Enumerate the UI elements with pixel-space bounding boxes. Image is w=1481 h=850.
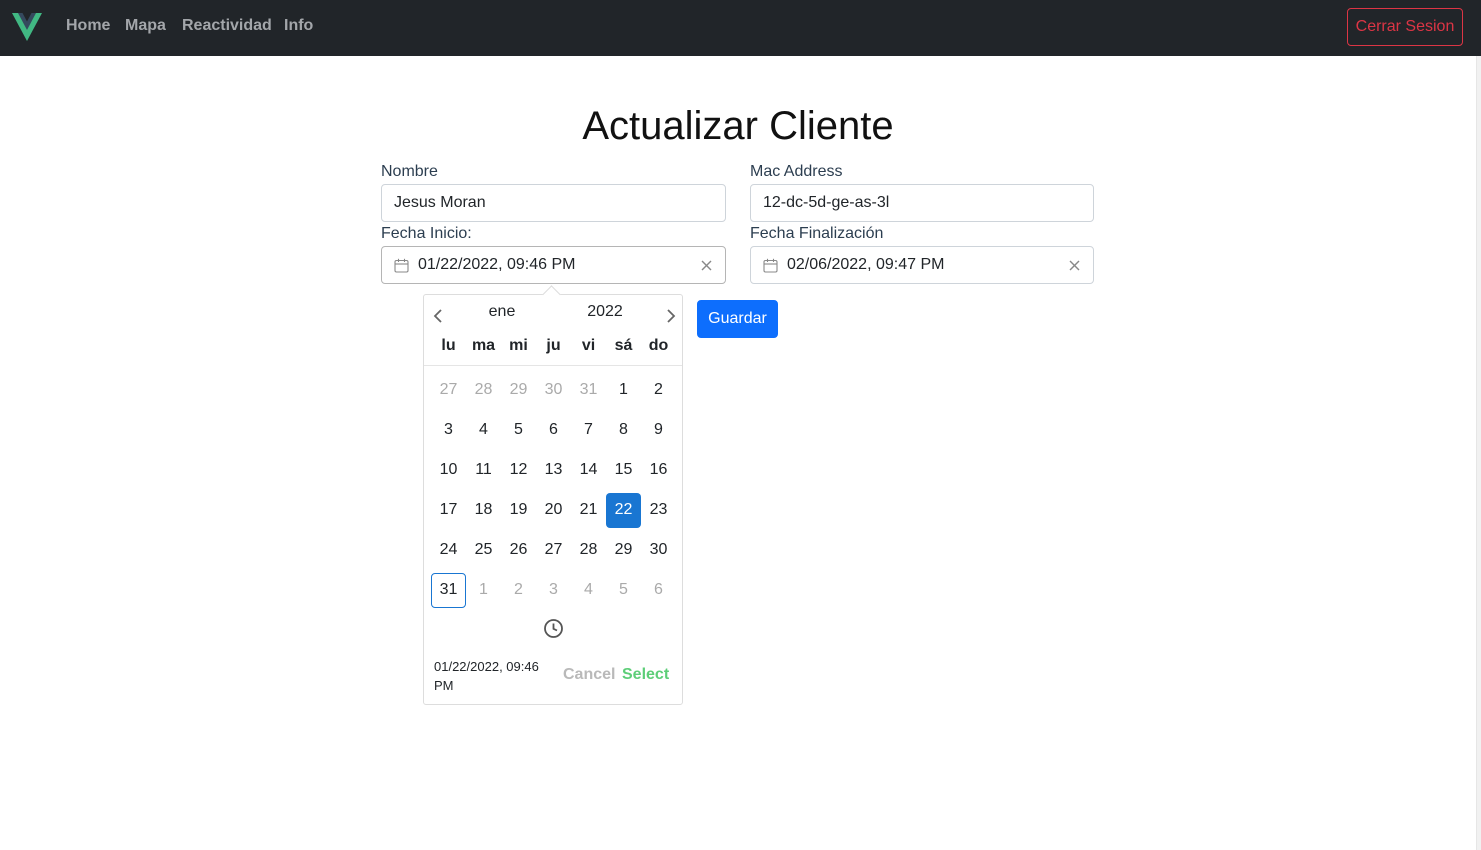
weekday-label: lu [441, 337, 456, 354]
calendar-day[interactable]: 4 [466, 413, 501, 448]
fecha-fin-input[interactable]: 02/06/2022, 09:47 PM [750, 246, 1094, 284]
divider [424, 365, 682, 366]
selected-datetime-preview: 01/22/2022, 09:46 PM [434, 659, 539, 693]
calendar-week-row: 31 1 2 3 4 5 6 [431, 570, 676, 610]
mac-address-input[interactable] [750, 184, 1094, 222]
calendar-day[interactable]: 3 [536, 573, 571, 608]
top-navbar: Home Mapa Reactividad Info Cerrar Sesion [0, 0, 1481, 56]
weekday-label: ju [546, 337, 561, 354]
calendar-day[interactable]: 14 [571, 453, 606, 488]
calendar-day[interactable]: 20 [536, 493, 571, 528]
fecha-fin-label: Fecha Finalización [750, 225, 884, 242]
calendar-day[interactable]: 9 [641, 413, 676, 448]
calendar-day[interactable]: 29 [501, 373, 536, 408]
calendar-day[interactable]: 28 [466, 373, 501, 408]
calendar-day[interactable]: 4 [571, 573, 606, 608]
calendar-grid: 27 28 29 30 31 1 2 3 4 5 6 7 8 9 10 11 12 13 14 15 16 17 18 19 2… [431, 370, 676, 610]
calendar-day[interactable]: 17 [431, 493, 466, 528]
calendar-icon [394, 258, 409, 273]
calendar-day[interactable]: 10 [431, 453, 466, 488]
mac-address-label: Mac Address [750, 163, 843, 180]
calendar-day[interactable]: 2 [501, 573, 536, 608]
vue-logo-icon[interactable] [12, 13, 42, 41]
calendar-day[interactable]: 12 [501, 453, 536, 488]
calendar-day[interactable]: 23 [641, 493, 676, 528]
calendar-day[interactable]: 1 [606, 373, 641, 408]
datepicker-popup: ene 2022 lu ma mi ju vi sá do 27 28 29 30 31… [423, 294, 683, 705]
fecha-inicio-label: Fecha Inicio: [381, 225, 472, 242]
calendar-day[interactable]: 27 [431, 373, 466, 408]
calendar-icon [763, 258, 778, 273]
calendar-day[interactable]: 8 [606, 413, 641, 448]
calendar-week-row: 27 28 29 30 31 1 2 [431, 370, 676, 410]
calendar-day[interactable]: 7 [571, 413, 606, 448]
calendar-day[interactable]: 29 [606, 533, 641, 568]
calendar-day[interactable]: 3 [431, 413, 466, 448]
month-selector[interactable]: ene [480, 303, 524, 321]
chevron-left-icon[interactable] [427, 304, 451, 328]
calendar-day[interactable]: 19 [501, 493, 536, 528]
nombre-input[interactable] [381, 184, 726, 222]
calendar-week-row: 10 11 12 13 14 15 16 [431, 450, 676, 490]
chevron-right-icon[interactable] [658, 304, 682, 328]
fecha-fin-value: 02/06/2022, 09:47 PM [787, 256, 945, 273]
calendar-day[interactable]: 6 [641, 573, 676, 608]
calendar-day[interactable]: 13 [536, 453, 571, 488]
calendar-day[interactable]: 2 [641, 373, 676, 408]
calendar-day[interactable]: 15 [606, 453, 641, 488]
calendar-day-selected[interactable]: 22 [606, 492, 641, 528]
calendar-day[interactable]: 5 [501, 413, 536, 448]
clear-icon[interactable] [1068, 259, 1081, 272]
calendar-day[interactable]: 30 [536, 373, 571, 408]
calendar-week-row: 24 25 26 27 28 29 30 [431, 530, 676, 570]
fecha-inicio-value: 01/22/2022, 09:46 PM [418, 256, 576, 273]
calendar-day[interactable]: 30 [641, 533, 676, 568]
fecha-inicio-input[interactable]: 01/22/2022, 09:46 PM [381, 246, 726, 284]
weekday-label: sá [614, 337, 633, 354]
calendar-day[interactable]: 21 [571, 493, 606, 528]
calendar-day[interactable]: 6 [536, 413, 571, 448]
calendar-day[interactable]: 18 [466, 493, 501, 528]
weekday-label: ma [471, 337, 496, 354]
cancel-button[interactable]: Cancel [563, 666, 615, 684]
calendar-day[interactable]: 28 [571, 533, 606, 568]
nav-link-reactividad[interactable]: Reactividad [182, 17, 272, 35]
calendar-week-row: 3456789 [431, 410, 676, 450]
select-button[interactable]: Select [622, 666, 669, 684]
calendar-day[interactable]: 24 [431, 533, 466, 568]
calendar-day[interactable]: 31 [571, 373, 606, 408]
nombre-label: Nombre [381, 163, 438, 180]
clear-icon[interactable] [700, 259, 713, 272]
weekday-label: do [648, 337, 669, 354]
weekday-label: vi [581, 337, 596, 354]
weekday-label: mi [509, 337, 528, 354]
nav-link-home[interactable]: Home [66, 17, 110, 35]
weekday-header: lu ma mi ju vi sá do [431, 337, 676, 355]
calendar-day[interactable]: 11 [466, 453, 501, 488]
calendar-day[interactable]: 27 [536, 533, 571, 568]
clock-icon[interactable] [543, 618, 564, 639]
nav-link-info[interactable]: Info [284, 17, 313, 35]
page-title: Actualizar Cliente [582, 104, 894, 148]
calendar-day[interactable]: 5 [606, 573, 641, 608]
calendar-day-today[interactable]: 31 [431, 572, 466, 608]
scrollbar[interactable] [1476, 56, 1481, 850]
logout-button[interactable]: Cerrar Sesion [1347, 8, 1463, 46]
calendar-day[interactable]: 26 [501, 533, 536, 568]
calendar-week-row: 17 18 19 20 21 22 23 [431, 490, 676, 530]
save-button[interactable]: Guardar [697, 300, 778, 338]
calendar-day[interactable]: 25 [466, 533, 501, 568]
nav-link-mapa[interactable]: Mapa [125, 17, 166, 35]
calendar-day[interactable]: 1 [466, 573, 501, 608]
year-selector[interactable]: 2022 [580, 303, 630, 321]
calendar-day[interactable]: 16 [641, 453, 676, 488]
